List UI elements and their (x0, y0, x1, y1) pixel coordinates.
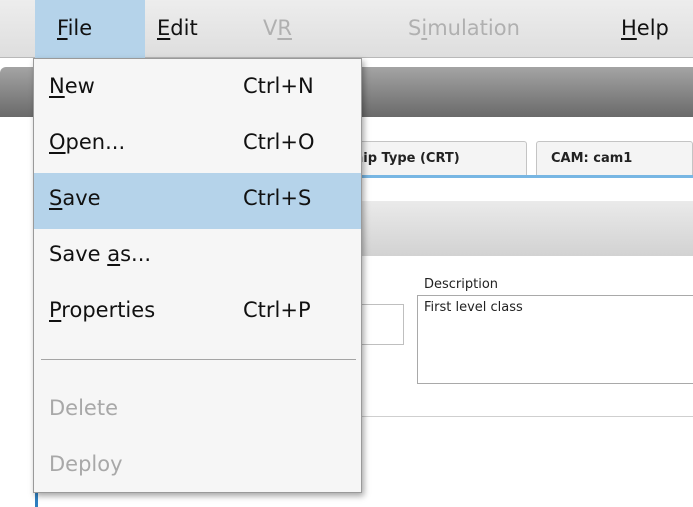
menu-item-new[interactable]: New Ctrl+N (34, 61, 361, 117)
tab-cam[interactable]: CAM: cam1 (536, 141, 693, 175)
menu-item-save-as-rest: s... (120, 242, 152, 266)
menu-vr-mnemonic: R (277, 16, 292, 40)
menu-item-deploy[interactable]: Deploy (34, 439, 361, 495)
menu-vr[interactable]: VR (252, 0, 312, 58)
menu-item-save-as[interactable]: Save as... (34, 229, 361, 285)
menu-file-mnemonic: F (57, 16, 68, 40)
menu-simulation-rest: mulation (427, 16, 520, 40)
tab-cam-label: CAM: cam1 (551, 151, 633, 166)
menu-item-properties[interactable]: Properties Ctrl+P (34, 285, 361, 341)
tab-underline (340, 175, 693, 178)
description-label: Description (424, 277, 499, 292)
menu-file[interactable]: File (35, 0, 145, 58)
description-value: First level class (424, 300, 523, 315)
file-menu-dropdown: New Ctrl+N Open... Ctrl+O Save Ctrl+S Sa… (33, 58, 362, 493)
tab-ship-type-label: hip Type (CRT) (354, 151, 460, 166)
menu-item-open-rest: pen... (65, 130, 126, 154)
menu-item-new-mnemonic: N (49, 74, 65, 98)
menu-help[interactable]: Help (610, 0, 693, 58)
menu-bar: File Edit VR Simulation Help (0, 0, 693, 58)
menu-item-properties-shortcut: Ctrl+P (243, 298, 311, 322)
menu-item-delete[interactable]: Delete (34, 383, 361, 439)
menu-help-mnemonic: H (621, 16, 637, 40)
menu-item-save[interactable]: Save Ctrl+S (34, 173, 361, 229)
menu-edit[interactable]: Edit (145, 0, 245, 58)
menu-item-save-as-pre: Save (49, 242, 108, 266)
menu-edit-rest: dit (170, 16, 198, 40)
menu-simulation-pre: S (408, 16, 422, 40)
menu-help-rest: elp (636, 16, 669, 40)
menu-item-save-rest: ave (62, 186, 101, 210)
tab-ship-type[interactable]: hip Type (CRT) (345, 141, 527, 175)
menu-item-save-as-mnemonic: a (107, 242, 121, 266)
menu-item-new-rest: ew (64, 74, 95, 98)
menu-item-properties-mnemonic: P (49, 298, 62, 322)
menu-item-properties-rest: roperties (61, 298, 156, 322)
menu-item-open-mnemonic: O (49, 130, 66, 154)
menu-vr-pre: V (263, 16, 278, 40)
menu-item-new-shortcut: Ctrl+N (243, 74, 314, 98)
menu-item-save-shortcut: Ctrl+S (243, 186, 312, 210)
menu-item-delete-label: Delete (49, 396, 118, 420)
menu-separator (41, 359, 356, 360)
menu-file-rest: ile (67, 16, 93, 40)
menu-item-open[interactable]: Open... Ctrl+O (34, 117, 361, 173)
menu-item-deploy-label: Deploy (49, 452, 123, 476)
menu-item-open-shortcut: Ctrl+O (243, 130, 315, 154)
menu-item-save-mnemonic: S (49, 186, 63, 210)
panel-header (340, 201, 693, 256)
menu-edit-mnemonic: E (157, 16, 171, 40)
menu-simulation[interactable]: Simulation (398, 0, 558, 58)
